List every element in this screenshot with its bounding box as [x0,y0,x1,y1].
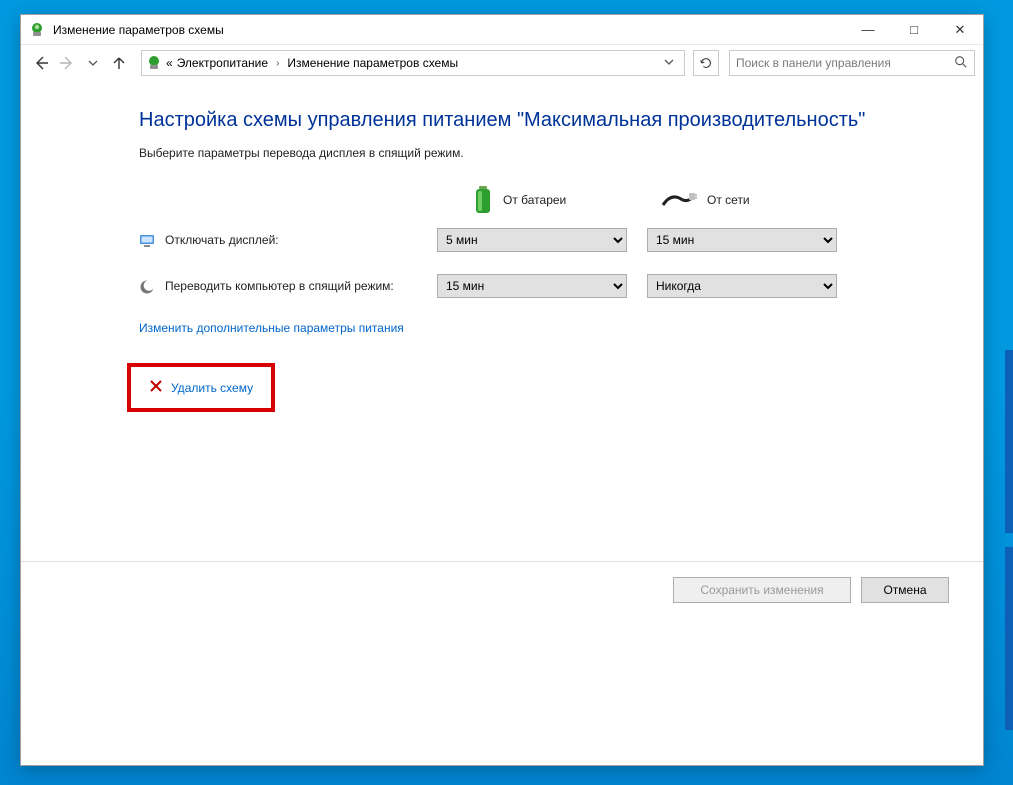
battery-column-label: От батареи [503,193,566,207]
battery-icon [473,186,493,214]
window-title: Изменение параметров схемы [53,23,224,37]
delete-scheme-highlight: Удалить схему [127,363,275,412]
search-box[interactable]: Поиск в панели управления [729,50,975,76]
plug-icon [661,191,697,209]
search-placeholder: Поиск в панели управления [736,56,954,70]
setting-label: Отключать дисплей: [165,232,279,249]
delete-icon [149,379,163,396]
forward-icon [59,55,75,71]
titlebar: Изменение параметров схемы — □ ✕ [21,15,983,45]
cancel-button-label: Отмена [883,583,926,597]
breadcrumb-prefix: « [166,56,173,70]
dialog-button-row: Сохранить изменения Отмена [21,561,983,617]
desktop-accent [1005,350,1013,730]
battery-column-header: От батареи [437,186,637,214]
minimize-button[interactable]: — [845,15,891,45]
search-icon [954,55,968,72]
minimize-icon: — [862,22,875,37]
moon-icon [139,279,155,295]
back-icon [33,55,49,71]
app-icon [29,22,45,38]
page-subtitle: Выберите параметры перевода дисплея в сп… [139,146,939,160]
sleep-plugged-select[interactable]: Никогда [647,274,837,298]
save-button[interactable]: Сохранить изменения [673,577,851,603]
address-bar[interactable]: « Электропитание › Изменение параметров … [141,50,685,76]
display-off-plugged-select[interactable]: 15 мин [647,228,837,252]
refresh-button[interactable] [693,50,719,76]
sleep-battery-select[interactable]: 15 мин [437,274,627,298]
chevron-down-icon [88,58,98,68]
refresh-icon [699,56,713,70]
breadcrumb-separator-icon: › [272,58,283,69]
address-dropdown[interactable] [658,56,680,70]
up-button[interactable] [107,51,131,75]
maximize-icon: □ [910,22,918,37]
setting-label: Переводить компьютер в спящий режим: [165,278,394,295]
plugged-column-header: От сети [637,191,837,209]
cancel-button[interactable]: Отмена [861,577,949,603]
close-icon: ✕ [955,22,966,38]
recent-locations-button[interactable] [81,51,105,75]
forward-button[interactable] [55,51,79,75]
content-area: Настройка схемы управления питанием "Мак… [21,81,983,765]
delete-scheme-label: Удалить схему [171,381,253,395]
close-button[interactable]: ✕ [937,15,983,45]
power-plan-icon [146,55,162,71]
display-off-battery-select[interactable]: 5 мин [437,228,627,252]
column-headers: От батареи От сети [139,186,939,214]
plugged-column-label: От сети [707,193,750,207]
up-icon [111,55,127,71]
page-title: Настройка схемы управления питанием "Мак… [139,109,939,132]
monitor-icon [139,233,155,249]
advanced-settings-label: Изменить дополнительные параметры питани… [139,321,404,335]
advanced-settings-link[interactable]: Изменить дополнительные параметры питани… [139,321,404,335]
setting-row-display-off: Отключать дисплей: 5 мин 15 мин [139,228,939,252]
breadcrumb-item[interactable]: Изменение параметров схемы [287,56,458,70]
breadcrumb-item[interactable]: Электропитание [177,56,268,70]
back-button[interactable] [29,51,53,75]
delete-scheme-link[interactable]: Удалить схему [149,379,253,396]
setting-row-sleep: Переводить компьютер в спящий режим: 15 … [139,274,939,298]
chevron-down-icon [664,57,674,67]
navigation-bar: « Электропитание › Изменение параметров … [21,45,983,81]
save-button-label: Сохранить изменения [700,583,823,597]
window: Изменение параметров схемы — □ ✕ « Элект… [20,14,984,766]
maximize-button[interactable]: □ [891,15,937,45]
